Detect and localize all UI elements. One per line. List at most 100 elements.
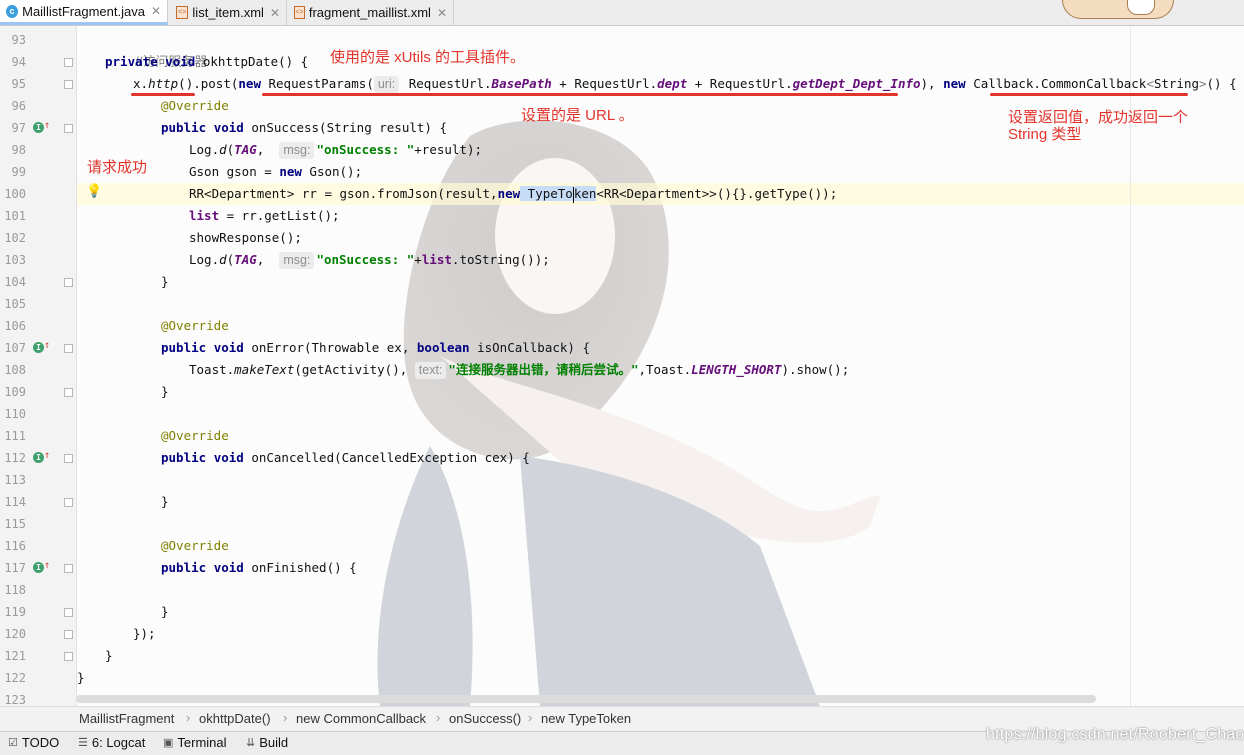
fold-icon[interactable]	[64, 344, 73, 353]
fold-icon[interactable]	[64, 80, 73, 89]
horizontal-scrollbar[interactable]	[76, 695, 1096, 703]
fold-icon[interactable]	[64, 498, 73, 507]
code-keyword: public	[161, 450, 207, 465]
code-text: }	[161, 604, 169, 619]
fold-icon[interactable]	[64, 564, 73, 573]
code-text: }	[161, 494, 169, 509]
code-field: list	[189, 208, 220, 223]
todo-button[interactable]: ☑ TODO	[8, 735, 59, 750]
code-text: onError(Throwable ex,	[243, 340, 417, 355]
code-line-111: @Override	[161, 425, 229, 447]
line-number: 123	[4, 693, 26, 706]
code-text: RR<Department> rr = gson.fromJson(result…	[189, 186, 498, 201]
annotation-xutils: 使用的是 xUtils 的工具插件。	[330, 49, 526, 66]
line-number: 99	[11, 165, 26, 179]
code-keyword: boolean	[416, 340, 470, 355]
close-icon[interactable]: ✕	[270, 6, 280, 20]
logcat-button[interactable]: ☰ 6: Logcat	[78, 735, 145, 750]
line-number: 97	[11, 121, 26, 135]
line-number: 93	[11, 33, 26, 47]
override-marker-icon[interactable]: I	[33, 562, 44, 573]
line-number: 117	[4, 561, 26, 575]
line-number: 102	[4, 231, 26, 245]
code-text: Gson();	[301, 164, 363, 179]
code-text: isOnCallback) {	[469, 340, 590, 355]
code-text: Callback.CommonCallback	[965, 76, 1147, 91]
code-line-101: list = rr.getList();	[189, 205, 340, 227]
fold-icon[interactable]	[64, 388, 73, 397]
code-line-99: Gson gson = new Gson();	[189, 161, 362, 183]
code-text: }	[77, 670, 85, 685]
tool-label: Terminal	[177, 735, 227, 750]
tab-fragment-maillist-xml[interactable]: <> fragment_maillist.xml ✕	[288, 0, 454, 25]
code-keyword: new	[943, 76, 966, 91]
code-editor[interactable]: 93 94 95 96 97 98 99 100 101 102 103 104…	[0, 26, 1244, 706]
override-marker-icon[interactable]: I	[33, 122, 44, 133]
override-marker-icon[interactable]: I	[33, 452, 44, 463]
fold-icon[interactable]	[64, 454, 73, 463]
code-text: Gson gson =	[189, 164, 280, 179]
fold-icon[interactable]	[64, 58, 73, 67]
java-class-icon: c	[6, 4, 19, 18]
line-number: 122	[4, 671, 26, 685]
code-text: }	[161, 274, 169, 289]
code-text: ).show();	[781, 362, 850, 377]
breadcrumb-item[interactable]: onSuccess()	[449, 711, 521, 726]
xml-file-icon: <>	[294, 6, 305, 19]
breadcrumb-item[interactable]: new CommonCallback	[296, 711, 426, 726]
code-line-104: }	[161, 271, 169, 293]
fold-icon[interactable]	[64, 630, 73, 639]
code-annotation: @Override	[161, 98, 229, 113]
tab-maillistfragment-java[interactable]: c MaillistFragment.java ✕	[0, 0, 168, 25]
close-icon[interactable]: ✕	[151, 4, 161, 18]
override-marker-icon[interactable]: I	[33, 342, 44, 353]
lightbulb-icon[interactable]: 💡	[86, 181, 102, 203]
code-line-116: @Override	[161, 535, 229, 557]
fold-icon[interactable]	[64, 124, 73, 133]
arrow-up-icon: ↑	[44, 450, 51, 461]
line-number: 98	[11, 143, 26, 157]
close-icon[interactable]: ✕	[437, 6, 447, 20]
code-line-96: @Override	[161, 95, 229, 117]
code-text: onCancelled(CancelledException cex) {	[243, 450, 530, 465]
line-number: 104	[4, 275, 26, 289]
line-number: 121	[4, 649, 26, 663]
fold-icon[interactable]	[64, 652, 73, 661]
code-text: + RequestUrl.	[687, 76, 793, 91]
breadcrumb-item[interactable]: new TypeToken	[541, 711, 631, 726]
code-text: TypeTo	[520, 186, 573, 201]
code-line-120: });	[133, 623, 156, 645]
chevron-right-icon: ›	[283, 710, 288, 725]
code-method: makeText	[234, 362, 295, 377]
breadcrumb-item[interactable]: okhttpDate()	[199, 711, 271, 726]
code-text: .	[140, 76, 149, 91]
code-method: d	[219, 252, 227, 267]
code-text: = rr.getList();	[219, 208, 340, 223]
breadcrumb-item[interactable]: MaillistFragment	[79, 711, 174, 726]
terminal-button[interactable]: ▣ Terminal	[163, 735, 227, 750]
line-number: 101	[4, 209, 26, 223]
code-static-field: BasePath	[491, 76, 552, 91]
code-keyword: new	[497, 186, 521, 201]
tab-list-item-xml[interactable]: <> list_item.xml ✕	[170, 0, 287, 25]
build-button[interactable]: ⇊ Build	[246, 735, 288, 750]
todo-icon: ☑	[8, 737, 18, 749]
code-text: ()	[178, 76, 194, 91]
code-keyword: public	[161, 560, 207, 575]
fold-icon[interactable]	[64, 278, 73, 287]
code-text: ),	[920, 76, 944, 91]
code-line-102: showResponse();	[189, 227, 302, 249]
line-number: 118	[4, 583, 26, 597]
code-keyword: private	[105, 54, 158, 69]
code-text: });	[133, 626, 156, 641]
code-text: <RR<Department>>(){}.getType());	[596, 186, 838, 201]
code-line-106: @Override	[161, 315, 229, 337]
code-keyword: void	[213, 120, 244, 135]
tool-label: Build	[259, 735, 289, 750]
fold-icon[interactable]	[64, 608, 73, 617]
arrow-up-icon: ↑	[44, 120, 51, 131]
code-text: onFinished() {	[243, 560, 357, 575]
code-text: () {	[1206, 76, 1237, 91]
param-hint: uri:	[373, 76, 400, 93]
code-text: <	[1146, 76, 1154, 91]
